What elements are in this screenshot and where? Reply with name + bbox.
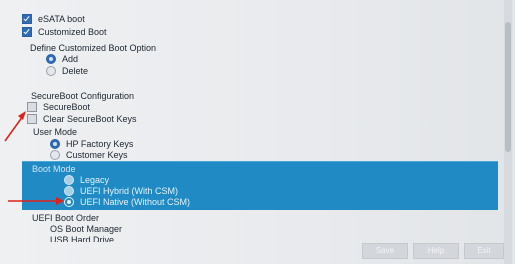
scrollbar-thumb[interactable] (505, 22, 511, 152)
secureboot-checkbox[interactable] (27, 102, 37, 112)
esata-boot-label: eSATA boot (38, 14, 85, 24)
clear-secureboot-keys-checkbox[interactable] (27, 114, 37, 124)
user-mode-heading: User Mode (33, 127, 78, 137)
radio-customer-keys-label: Customer Keys (66, 150, 128, 160)
radio-add-label: Add (62, 54, 79, 64)
radio-hp-factory-keys-button[interactable] (50, 139, 60, 149)
define-customized-boot-heading: Define Customized Boot Option (30, 43, 157, 53)
radio-uefi-native-button[interactable] (64, 197, 74, 207)
radio-add-button[interactable] (46, 54, 56, 64)
save-button[interactable]: Save (362, 243, 408, 259)
bios-settings-panel: eSATA boot Customized Boot Define Custom… (0, 0, 515, 264)
boot-mode-heading: Boot Mode (32, 164, 76, 174)
scrollbar[interactable] (504, 0, 512, 264)
exit-button[interactable]: Exit (464, 243, 504, 259)
customized-boot-label: Customized Boot (38, 27, 107, 37)
esata-boot-checkbox[interactable] (22, 14, 32, 24)
radio-legacy-button[interactable] (64, 175, 74, 185)
secureboot-label: SecureBoot (43, 102, 91, 112)
boot-mode-section[interactable]: Boot Mode Legacy UEFI Hybrid (With CSM) … (22, 161, 498, 210)
customized-boot-checkbox[interactable] (22, 27, 32, 37)
arrow-to-secureboot-icon (4, 111, 26, 142)
help-button[interactable]: Help (413, 243, 459, 259)
radio-customer-keys-button[interactable] (50, 150, 60, 160)
clear-secureboot-keys-label: Clear SecureBoot Keys (43, 114, 137, 124)
boot-order-item[interactable]: USB Hard Drive (50, 234, 114, 242)
radio-delete-button[interactable] (46, 66, 56, 76)
radio-uefi-native-label: UEFI Native (Without CSM) (80, 197, 191, 207)
radio-uefi-hybrid-button[interactable] (64, 186, 74, 196)
radio-delete-label: Delete (62, 66, 89, 76)
